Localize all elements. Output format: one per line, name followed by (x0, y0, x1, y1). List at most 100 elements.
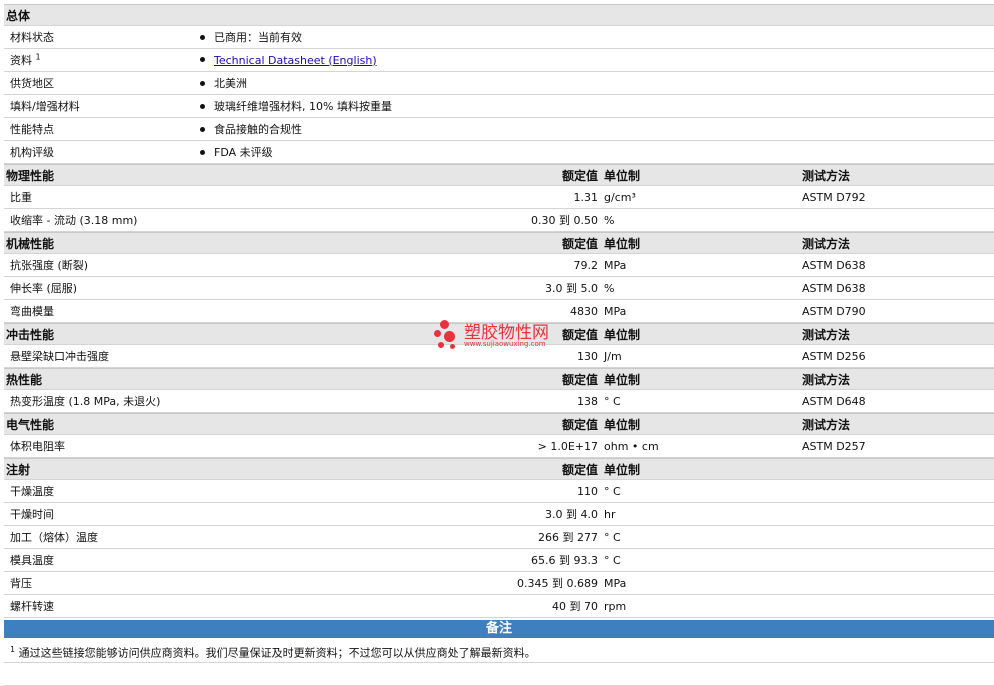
header-test: 测试方法 (802, 168, 851, 183)
note-content: 通过这些链接您能够访问供应商资料。我们尽量保证及时更新资料；不过您可以从供应商处… (18, 646, 536, 660)
property-label: 干燥时间 (10, 508, 54, 521)
property-value: 4830 (570, 304, 598, 318)
property-row: 收缩率 - 流动 (3.18 mm) 0.30 到 0.50% (4, 209, 994, 232)
section-title: 总体 (6, 8, 31, 23)
property-unit: % (604, 213, 615, 227)
property-label: 悬壁梁缺口冲击强度 (10, 350, 109, 363)
property-row: 加工（熔体）温度 266 到 277 ° C (4, 526, 994, 549)
test-method: ASTM D790 (802, 304, 866, 318)
header-value: 额定值 (561, 236, 598, 251)
test-method: ASTM D256 (802, 349, 866, 363)
general-row: 材料状态 已商用：当前有效 (4, 26, 994, 49)
general-row: 机构评级 FDA 未评级 (4, 141, 994, 164)
footnote-marker: 1 (35, 52, 41, 62)
property-row: 干燥时间 3.0 到 4.0 hr (4, 503, 994, 526)
property-label: 加工（熔体）温度 (10, 531, 98, 544)
test-method: ASTM D792 (802, 190, 866, 204)
header-value: 额定值 (561, 372, 598, 387)
general-label: 材料状态 (10, 31, 54, 44)
watermark-logo-icon (434, 320, 460, 350)
property-value: 0.345 到 0.689 (517, 577, 598, 590)
property-row: 热变形温度 (1.8 MPa, 未退火) 138 ° C ASTM D648 (4, 390, 994, 413)
property-value: > 1.0E+17 (537, 439, 598, 453)
section-header: 热性能 额定值 单位制 测试方法 (4, 368, 994, 390)
property-unit: ° C (604, 394, 621, 408)
header-unit: 单位制 (604, 327, 641, 342)
header-value: 额定值 (561, 168, 598, 183)
bullet-icon (200, 126, 205, 132)
property-row: 比重 1.31 g/cm³ ASTM D792 (4, 186, 994, 209)
test-method: ASTM D638 (802, 281, 866, 295)
general-value: 北美洲 (214, 77, 247, 90)
general-label: 资料 (10, 54, 32, 67)
watermark: 塑胶物性网 www.sujiaowuxing.com (434, 318, 594, 358)
property-row: 背压 0.345 到 0.689 MPa (4, 572, 994, 595)
property-value: 266 到 277 (538, 531, 598, 544)
property-unit: % (604, 281, 615, 295)
general-row: 供货地区 北美洲 (4, 72, 994, 95)
property-label: 螺杆转速 (10, 600, 54, 613)
general-row: 性能特点 食品接触的合规性 (4, 118, 994, 141)
property-unit: rpm (604, 599, 627, 613)
property-label: 弯曲模量 (10, 305, 54, 318)
header-test: 测试方法 (802, 236, 851, 251)
property-label: 体积电阻率 (10, 440, 65, 453)
header-test: 测试方法 (802, 327, 851, 342)
property-row: 螺杆转速 40 到 70 rpm (4, 595, 994, 618)
property-label: 伸长率 (屈服) (10, 282, 78, 295)
property-unit: ohm • cm (604, 439, 659, 453)
property-value: 138 (577, 394, 598, 408)
test-method: ASTM D638 (802, 258, 866, 272)
header-unit: 单位制 (604, 417, 641, 432)
property-unit: ° C (604, 484, 621, 498)
section-title: 电气性能 (6, 417, 55, 432)
property-value: 1.31 (573, 190, 599, 204)
header-unit: 单位制 (604, 462, 641, 477)
bullet-icon (200, 80, 205, 86)
notes-header: 备注 (4, 620, 994, 638)
footnote-marker: 1 (10, 645, 16, 654)
general-value: 食品接触的合规性 (214, 123, 302, 136)
property-value: 110 (577, 484, 598, 498)
header-value: 额定值 (561, 417, 598, 432)
header-test: 测试方法 (802, 372, 851, 387)
property-row: 干燥温度 110 ° C (4, 480, 994, 503)
property-value: 0.30 到 0.50 (531, 214, 598, 227)
property-value: 3.0 到 4.0 (545, 508, 598, 521)
section-title: 热性能 (6, 372, 43, 387)
property-label: 干燥温度 (10, 485, 54, 498)
property-sections: 物理性能 额定值 单位制 测试方法 比重 1.31 g/cm³ ASTM D792 收缩率 - … (4, 164, 994, 618)
property-unit: MPa (604, 576, 627, 590)
header-value: 额定值 (561, 462, 598, 477)
general-value: 玻璃纤维增强材料, 10% 填料按重量 (214, 100, 392, 113)
section-title: 物理性能 (6, 168, 55, 183)
section-header-general: 总体 (4, 4, 994, 26)
bullet-icon (200, 57, 205, 62)
section-header: 电气性能 额定值 单位制 测试方法 (4, 413, 994, 435)
general-label: 机构评级 (10, 146, 54, 159)
property-unit: MPa (604, 258, 627, 272)
property-value: 3.0 到 5.0 (545, 282, 598, 295)
property-row: 伸长率 (屈服) 3.0 到 5.0% ASTM D638 (4, 277, 994, 300)
property-value: 65.6 到 93.3 (531, 554, 598, 567)
general-label: 填料/增强材料 (10, 100, 80, 113)
general-row: 资料 1 Technical Datasheet (English) (4, 49, 994, 72)
section-header: 机械性能 额定值 单位制 测试方法 (4, 232, 994, 254)
property-value: 40 到 70 (552, 600, 598, 613)
general-row: 填料/增强材料 玻璃纤维增强材料, 10% 填料按重量 (4, 95, 994, 118)
property-unit: hr (604, 507, 616, 521)
property-label: 比重 (10, 191, 32, 204)
technical-datasheet-link[interactable]: Technical Datasheet (English) (214, 54, 377, 67)
header-unit: 单位制 (604, 168, 641, 183)
section-header: 物理性能 额定值 单位制 测试方法 (4, 164, 994, 186)
property-value: 79.2 (573, 258, 599, 272)
general-label: 性能特点 (10, 123, 54, 136)
property-label: 模具温度 (10, 554, 54, 567)
property-unit: ° C (604, 553, 621, 567)
general-label: 供货地区 (10, 77, 54, 90)
watermark-url: www.sujiaowuxing.com (464, 340, 546, 348)
property-unit: g/cm³ (604, 190, 636, 204)
property-row: 体积电阻率 > 1.0E+17 ohm • cm ASTM D257 (4, 435, 994, 458)
blank-row (4, 663, 994, 686)
property-label: 背压 (10, 577, 32, 590)
